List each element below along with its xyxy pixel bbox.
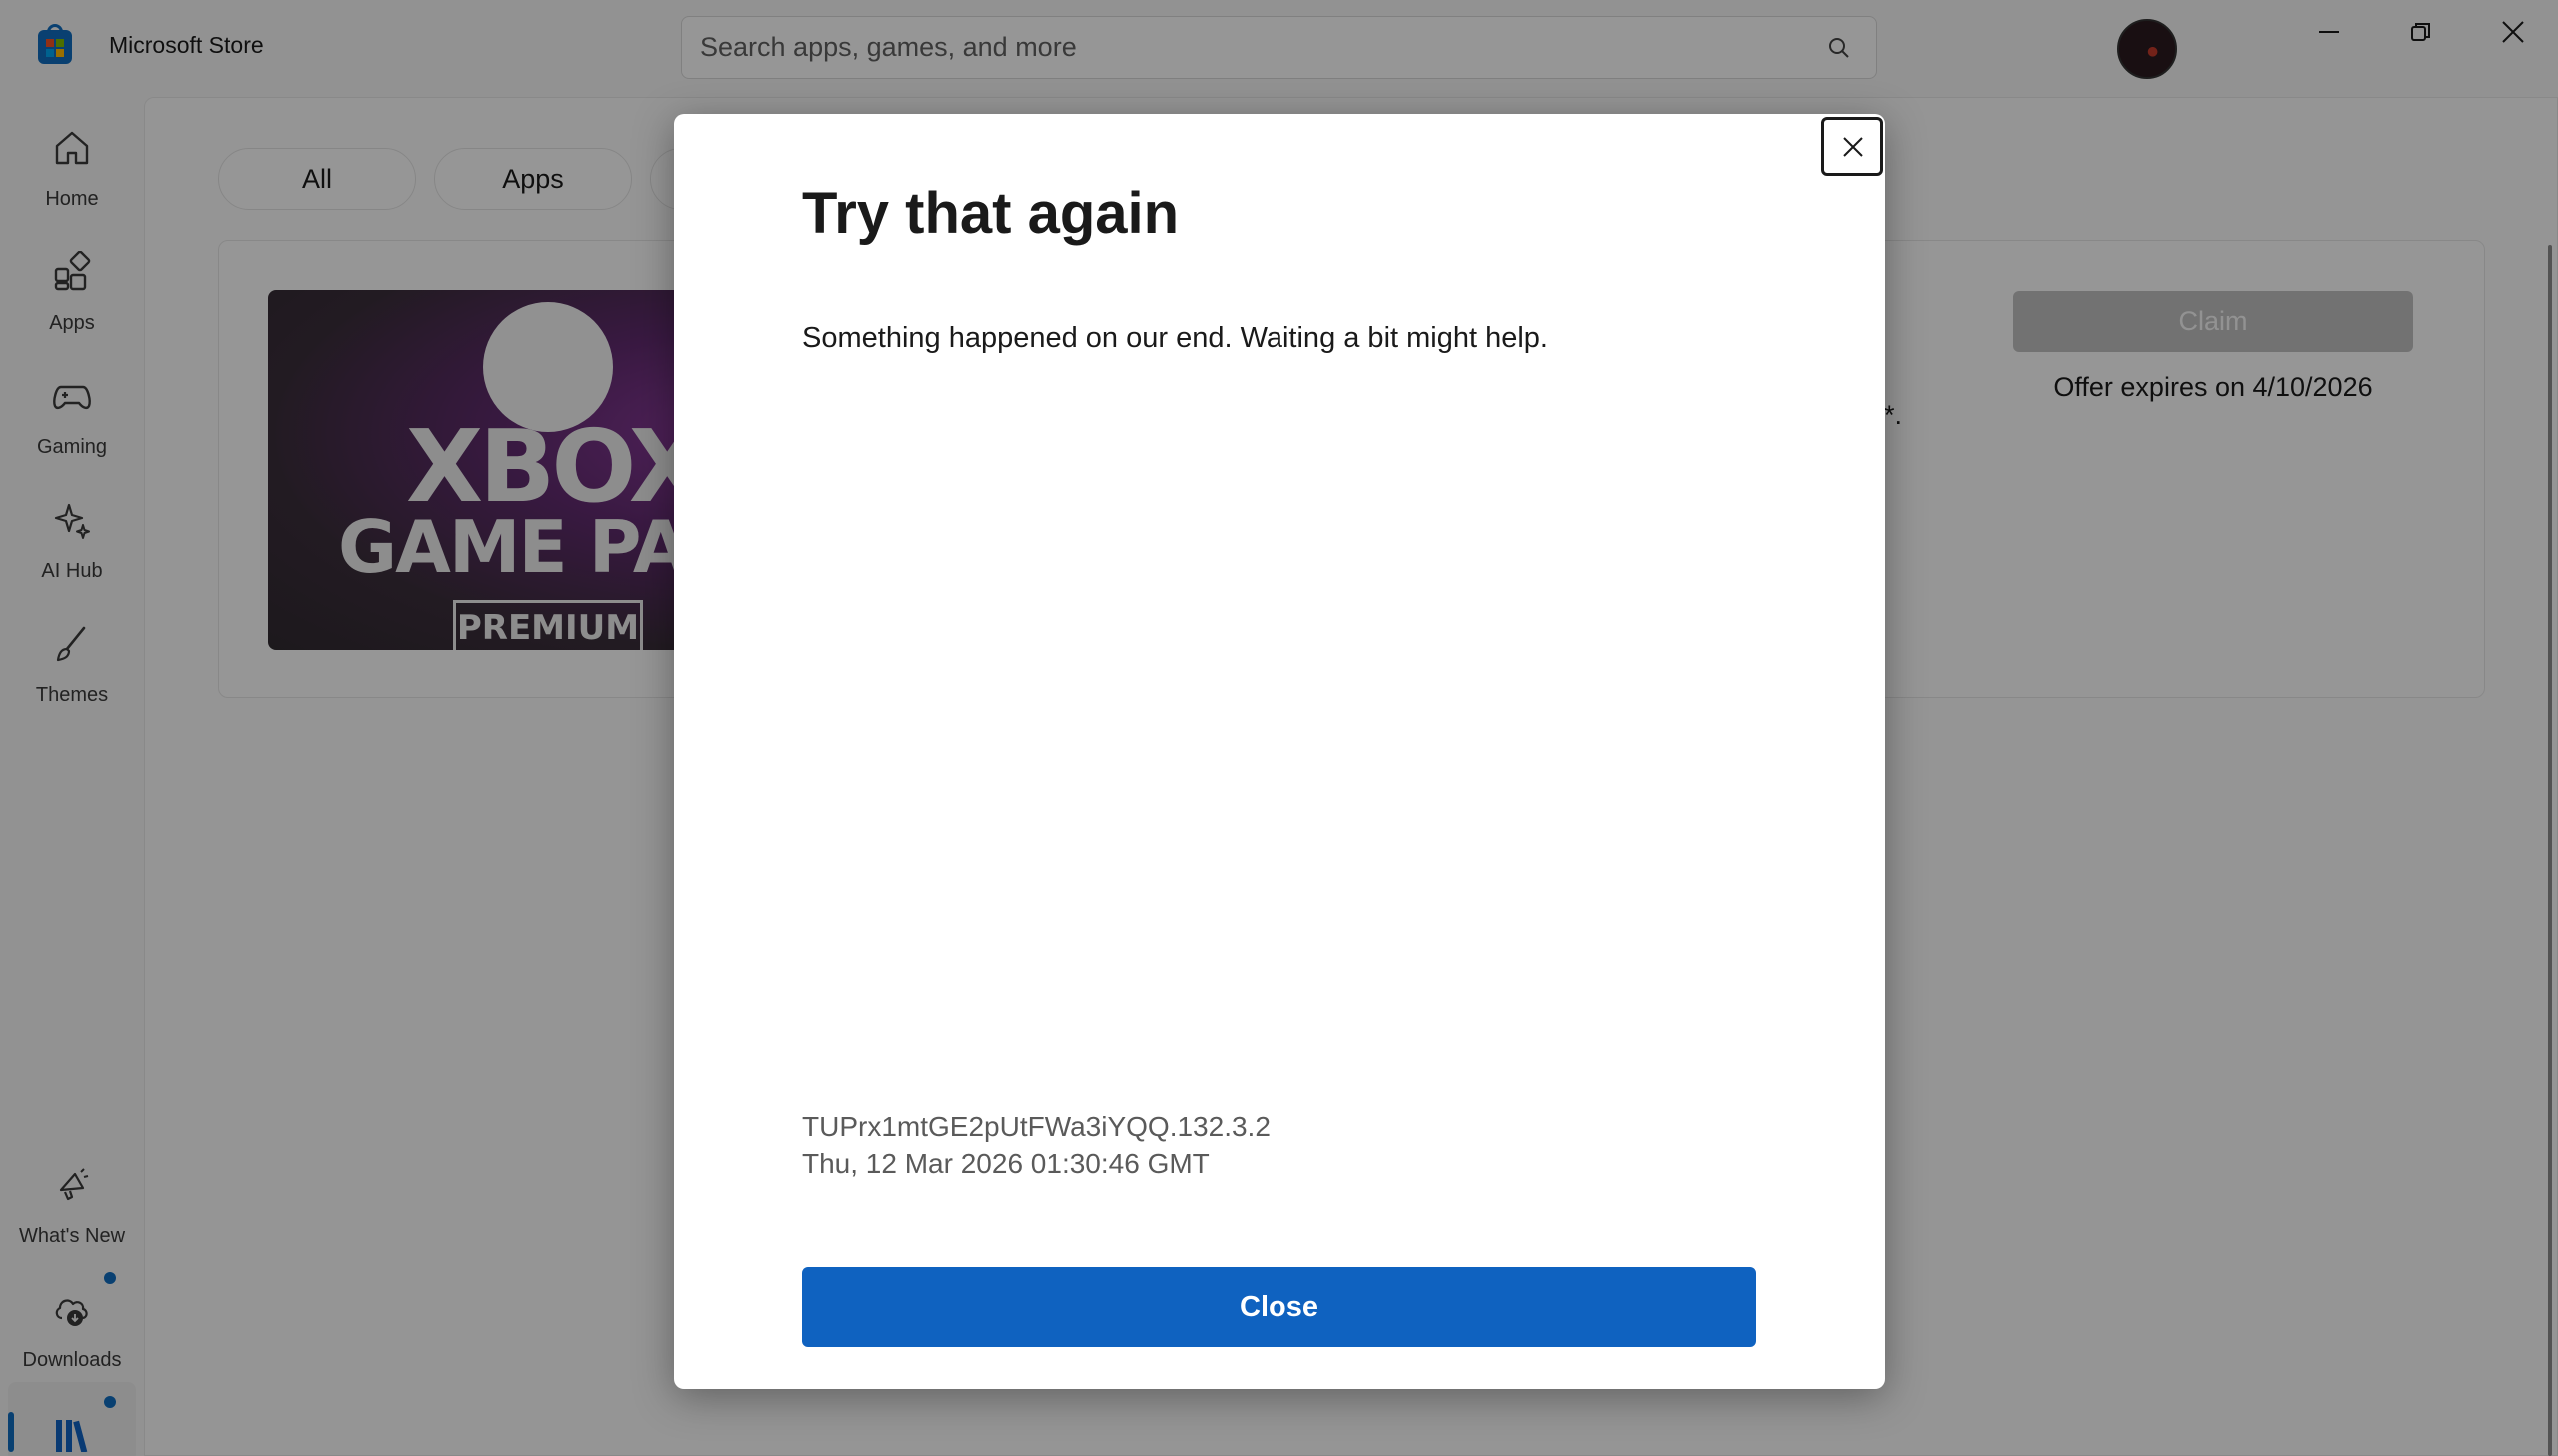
- close-icon: [1843, 137, 1863, 157]
- dialog-title: Try that again: [802, 181, 1180, 246]
- error-dialog: [674, 114, 1885, 1389]
- dialog-message: Something happened on our end. Waiting a…: [802, 322, 1548, 354]
- close-button[interactable]: Close: [802, 1267, 1756, 1347]
- error-timestamp: Thu, 12 Mar 2026 01:30:46 GMT: [802, 1148, 1210, 1179]
- error-code: TUPrx1mtGE2pUtFWa3iYQQ.132.3.2: [802, 1111, 1271, 1142]
- dialog-close-icon-button[interactable]: [1821, 117, 1883, 176]
